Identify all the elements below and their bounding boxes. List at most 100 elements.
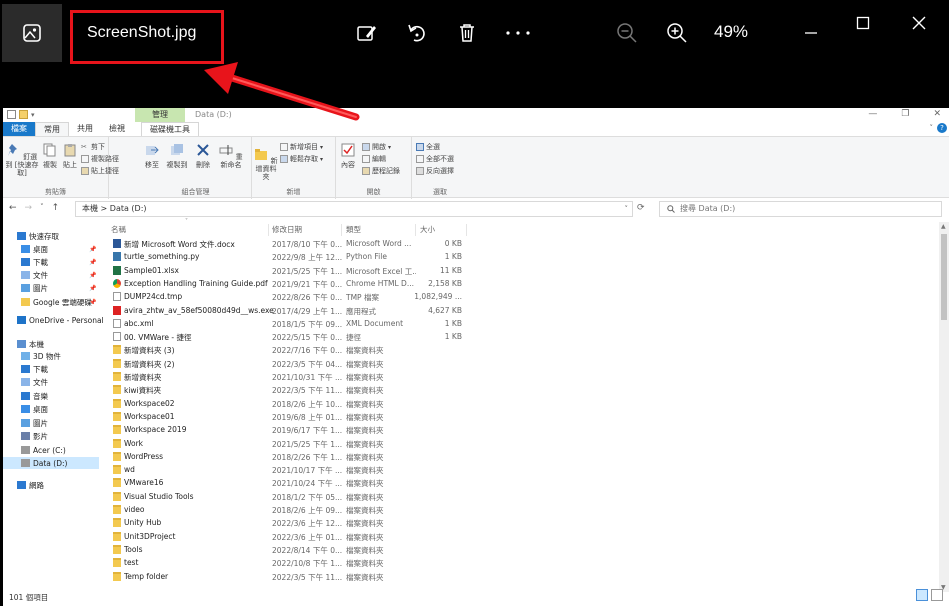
open-button[interactable]: 開啟 ▾ (362, 142, 391, 152)
properties-qat-icon[interactable] (7, 110, 16, 119)
nav-item[interactable]: 3D 物件 (3, 350, 99, 362)
copy-to-button[interactable]: 複製到 (166, 143, 188, 169)
paste-button[interactable]: 貼上 (61, 143, 79, 169)
help-icon[interactable]: ? (937, 123, 947, 133)
nav-item[interactable]: 快速存取 (3, 230, 99, 242)
new-folder-qat-icon[interactable] (19, 110, 28, 119)
ribbon-collapse-icon[interactable]: ˅ (930, 124, 934, 132)
nav-item[interactable]: Google 雲端硬碟 📌 (3, 296, 99, 308)
file-row[interactable]: 新增 Microsoft Word 文件.docx 2017/8/10 下午 0.… (110, 238, 470, 251)
copy-button[interactable]: 複製 (41, 143, 59, 169)
copy-path-button[interactable]: 複製路徑 (81, 154, 119, 164)
paste-shortcut-button[interactable]: 貼上捷徑 (81, 166, 119, 176)
nav-item[interactable]: OneDrive - Personal (3, 314, 104, 326)
address-bar[interactable]: 本機 > Data (D:) ˅ (75, 201, 633, 217)
move-to-button[interactable]: 移至 (142, 143, 162, 169)
nav-item[interactable]: 圖片 📌 (3, 282, 99, 294)
file-row[interactable]: Temp folder 2022/3/5 下午 11... 檔案資料夾 (110, 571, 470, 584)
nav-item[interactable]: 桌面 📌 (3, 243, 99, 255)
file-row[interactable]: Workspace02 2018/2/6 上午 10... 檔案資料夾 (110, 398, 470, 411)
nav-item[interactable]: 網路 (3, 479, 99, 491)
col-date[interactable]: 修改日期 (272, 224, 302, 236)
col-divider[interactable] (415, 224, 416, 236)
file-row[interactable]: Tools 2022/8/14 下午 0... 檔案資料夾 (110, 544, 470, 557)
nav-item[interactable]: 文件 📌 (3, 269, 99, 281)
file-row[interactable]: Visual Studio Tools 2018/1/2 下午 05... 檔案資料… (110, 491, 470, 504)
close-button[interactable] (906, 10, 932, 36)
pin-quick-access-button[interactable]: 釘選到 [快速存取] (5, 143, 39, 177)
viewer-filename[interactable]: ScreenShot.jpg (87, 24, 196, 42)
tab-view[interactable]: 檢視 (101, 122, 133, 136)
invert-selection-button[interactable]: 反向選擇 (416, 166, 454, 176)
file-row[interactable]: abc.xml 2018/1/5 下午 09... XML Document 1 KB (110, 318, 470, 331)
nav-item[interactable]: 下載 (3, 363, 99, 375)
explorer-maximize-icon[interactable]: ❐ (901, 109, 909, 119)
file-row[interactable]: Sample01.xlsx 2021/5/25 下午 1... Microsoft … (110, 265, 470, 278)
zoom-out-button[interactable] (614, 20, 640, 46)
tab-home[interactable]: 常用 (35, 122, 69, 136)
col-type[interactable]: 類型 (346, 224, 361, 236)
col-name[interactable]: 名稱 (111, 224, 126, 236)
maximize-button[interactable] (850, 10, 876, 36)
address-dropdown-icon[interactable]: ˅ (625, 202, 629, 216)
nav-item[interactable]: 音樂 (3, 390, 99, 402)
qat-dropdown-icon[interactable]: ▾ (31, 111, 35, 119)
refresh-icon[interactable]: ⟳ (637, 203, 645, 213)
recent-dropdown-icon[interactable]: ˅ (40, 203, 44, 213)
explorer-close-icon[interactable]: ✕ (933, 109, 941, 119)
file-row[interactable]: 00. VMWare - 捷徑 2022/5/15 下午 0... 捷徑 1 KB (110, 331, 470, 344)
file-row[interactable]: Workspace 2019 2019/6/17 下午 1... 檔案資料夾 (110, 424, 470, 437)
nav-item[interactable]: 下載 📌 (3, 256, 99, 268)
zoom-in-button[interactable] (664, 20, 690, 46)
manage-context-tab[interactable]: 管理 (135, 108, 185, 122)
file-row[interactable]: kiwi資料夾 2022/3/5 下午 11... 檔案資料夾 (110, 384, 470, 397)
cut-button[interactable]: ✂ 剪下 (81, 142, 105, 152)
explorer-minimize-icon[interactable]: — (868, 109, 877, 119)
nav-item[interactable]: Data (D:) (3, 457, 99, 469)
edit-file-button[interactable]: 編輯 (362, 154, 386, 164)
delete-file-button[interactable]: 刪除 (194, 143, 212, 169)
file-row[interactable]: Work 2021/5/25 下午 1... 檔案資料夾 (110, 438, 470, 451)
nav-item[interactable]: 桌面 (3, 403, 99, 415)
select-all-button[interactable]: 全選 (416, 142, 440, 152)
rotate-button[interactable] (404, 20, 430, 46)
file-row[interactable]: test 2022/10/8 下午 1... 檔案資料夾 (110, 557, 470, 570)
properties-button[interactable]: 內容 (338, 143, 358, 169)
select-none-button[interactable]: 全部不選 (416, 154, 454, 164)
tab-drive-tools[interactable]: 磁碟機工具 (141, 122, 199, 136)
nav-item[interactable]: 圖片 (3, 417, 99, 429)
nav-item[interactable]: 文件 (3, 376, 99, 388)
new-folder-button[interactable]: 新增資料夾 (254, 147, 278, 181)
nav-item[interactable]: 影片 (3, 430, 99, 442)
file-row[interactable]: WordPress 2018/2/26 下午 1... 檔案資料夾 (110, 451, 470, 464)
tab-share[interactable]: 共用 (69, 122, 101, 136)
back-icon[interactable]: ← (9, 203, 17, 213)
file-row[interactable]: turtle_something.py 2022/9/8 上午 12... Pyth… (110, 251, 470, 264)
file-row[interactable]: Unity Hub 2022/3/6 上午 12... 檔案資料夾 (110, 517, 470, 530)
more-button[interactable] (505, 20, 531, 46)
col-divider[interactable] (466, 224, 467, 236)
nav-item[interactable]: 本機 (3, 338, 99, 350)
file-row[interactable]: wd 2021/10/17 下午 ... 檔案資料夾 (110, 464, 470, 477)
minimize-button[interactable] (798, 20, 824, 46)
rename-button[interactable]: 重新命名 (216, 143, 246, 169)
delete-button[interactable] (454, 20, 480, 46)
file-row[interactable]: avira_zhtw_av_58ef50080d49d__ws.exe 2017/… (110, 305, 470, 318)
col-size[interactable]: 大小 (420, 224, 435, 236)
file-row[interactable]: VMware16 2021/10/24 下午 ... 檔案資料夾 (110, 477, 470, 490)
file-row[interactable]: 新增資料夾 (3) 2022/7/16 下午 0... 檔案資料夾 (110, 344, 470, 357)
forward-icon[interactable]: → (25, 203, 33, 213)
edit-button[interactable] (354, 20, 380, 46)
file-row[interactable]: Unit3DProject 2022/3/6 上午 01... 檔案資料夾 (110, 531, 470, 544)
vertical-scrollbar[interactable]: ▲ ▼ (939, 222, 949, 592)
file-row[interactable]: Exception Handling Training Guide.pdf 202… (110, 278, 470, 291)
scroll-up-icon[interactable]: ▲ (941, 223, 946, 230)
file-row[interactable]: video 2018/2/6 上午 09... 檔案資料夾 (110, 504, 470, 517)
details-view-icon[interactable] (916, 589, 928, 601)
file-row[interactable]: 新增資料夾 2021/10/31 下午 ... 檔案資料夾 (110, 371, 470, 384)
nav-item[interactable]: Acer (C:) (3, 444, 99, 456)
file-row[interactable]: 新增資料夾 (2) 2022/3/5 下午 04... 檔案資料夾 (110, 358, 470, 371)
large-icons-view-icon[interactable] (931, 589, 943, 601)
new-item-button[interactable]: 新增項目 ▾ (280, 142, 323, 152)
col-divider[interactable] (268, 224, 269, 236)
